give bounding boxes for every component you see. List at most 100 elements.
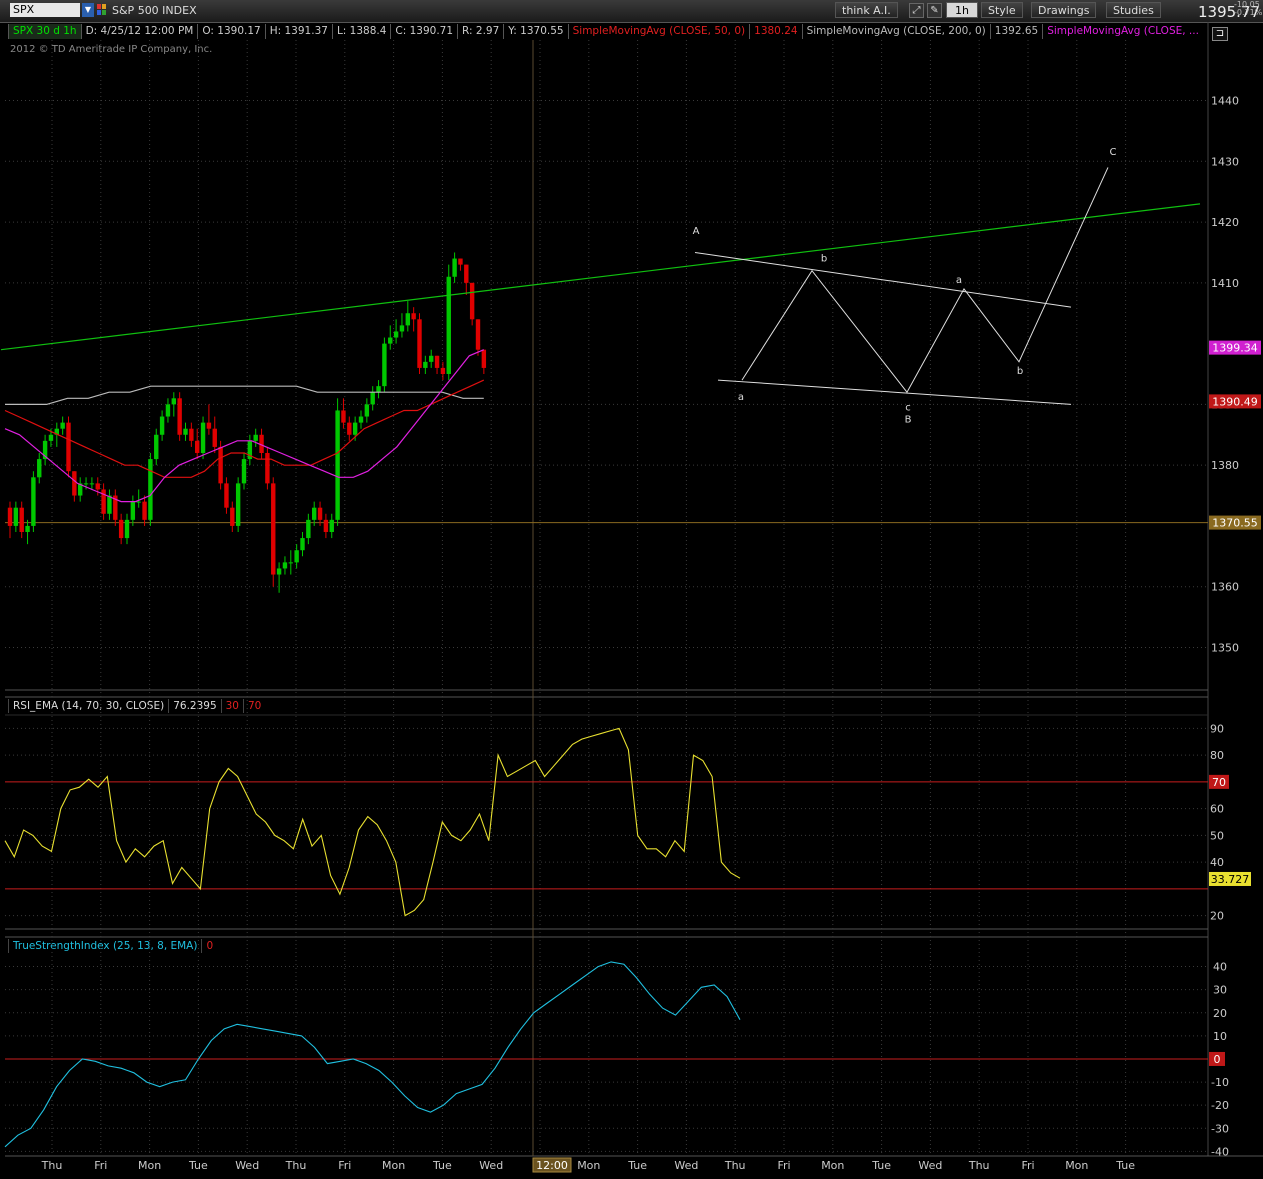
price-axis-label: 1380 [1211, 459, 1239, 472]
tsi-axis-label: 10 [1213, 1030, 1227, 1043]
time-axis-label: Tue [188, 1159, 208, 1172]
candle-body [195, 440, 200, 453]
candle-body [335, 410, 340, 520]
time-axis-label: Fri [777, 1159, 790, 1172]
wave-label-C: C [1110, 147, 1117, 158]
price-axis-label: 1390 [1211, 398, 1239, 411]
style-button[interactable]: Style [981, 2, 1023, 18]
candle-body [200, 422, 206, 453]
candle-body [212, 428, 217, 447]
expand-icon[interactable]: ⊐ [1212, 27, 1228, 41]
candle-body [107, 495, 112, 514]
sma200-line [5, 385, 484, 405]
price-bubble-red-bg [1209, 394, 1261, 409]
candle-body [417, 319, 422, 368]
candle-body [31, 477, 36, 526]
candle-body [171, 398, 176, 405]
drawings-button[interactable]: Drawings [1031, 2, 1097, 18]
time-axis-label: Tue [1115, 1159, 1135, 1172]
rsi-panel-header: RSI_EMA (14, 70, 30, CLOSE) 76.2395 30 7… [8, 699, 265, 714]
candle-body [265, 453, 270, 484]
time-axis-label: Tue [432, 1159, 452, 1172]
candle-body [388, 337, 393, 344]
info-sma200-label: SimpleMovingAvg (CLOSE, 200, 0) [801, 24, 990, 39]
price-axis-label: 1420 [1211, 216, 1239, 229]
cursor-time-bubble [532, 1157, 572, 1173]
rsi-bubble-ob-bg [1209, 774, 1229, 789]
candle-body [60, 422, 65, 429]
time-axis-label: Tue [871, 1159, 891, 1172]
candle-body [159, 416, 165, 435]
candle-body [154, 434, 159, 460]
info-sma200-value: 1392.65 [989, 24, 1043, 39]
wave-label-A: A [693, 226, 700, 237]
candle-body [148, 459, 153, 520]
candle-body [189, 428, 194, 441]
wave-label-b1: b [821, 254, 827, 265]
copyright: 2012 © TD Ameritrade IP Company, Inc. [10, 44, 213, 55]
price-bubble-gold-bg [1209, 515, 1261, 530]
candle-body [446, 276, 451, 374]
candle-body [241, 459, 247, 484]
price-change-pct: -0.71% [1234, 8, 1263, 17]
candle-body [399, 325, 405, 332]
candle-body [206, 422, 212, 429]
timeframe-button[interactable]: 1h [946, 2, 978, 18]
candle-body [78, 483, 83, 496]
candle-body [458, 258, 463, 265]
sma50-line [4, 379, 485, 478]
candle-body [83, 483, 89, 485]
rsi-axis-label: 50 [1210, 829, 1224, 842]
think-ai-button[interactable]: think A.I. [835, 2, 898, 18]
candle-body [72, 471, 77, 496]
rsi-axis-label: 90 [1210, 722, 1224, 735]
candle-body [469, 282, 475, 320]
candle-body [19, 507, 24, 532]
studies-button[interactable]: Studies [1106, 2, 1161, 18]
time-axis-label: Wed [674, 1159, 698, 1172]
time-axis-label: Mon [138, 1159, 161, 1172]
rsi-axis-label: 40 [1210, 856, 1224, 869]
rsi-bubble-ob: 70 [1212, 776, 1226, 789]
time-axis-label: Mon [821, 1159, 844, 1172]
candle-body [393, 331, 399, 338]
price-bubble-gold: 1370.55 [1212, 517, 1258, 530]
info-low: L: 1388.4 [331, 24, 391, 39]
candle-body [288, 562, 293, 564]
candle-body [271, 483, 276, 575]
candle-body [312, 507, 317, 520]
candle-body [329, 519, 334, 532]
symbol-dropdown-icon[interactable]: ▼ [82, 3, 94, 17]
zoom-icon[interactable]: ⤢ [909, 3, 924, 18]
time-axis-label: Wed [918, 1159, 942, 1172]
time-axis-label: Thu [968, 1159, 990, 1172]
info-y: Y: 1370.55 [503, 24, 568, 39]
candle-body [165, 404, 171, 417]
elliott-wave-drawing [694, 167, 1109, 405]
sma-magenta-line [4, 349, 485, 503]
candle-body [25, 525, 30, 532]
info-date: D: 4/25/12 12:00 PM [80, 24, 198, 39]
candle-body [306, 519, 311, 539]
price-axis-label: 1440 [1211, 95, 1239, 108]
info-open: O: 1390.17 [197, 24, 265, 39]
time-axis-label: Fri [1021, 1159, 1034, 1172]
tsi-axis-label: -30 [1211, 1122, 1229, 1135]
rsi-axis-label: 20 [1210, 910, 1224, 923]
candle-body [370, 392, 375, 405]
symbol-info-icon[interactable] [97, 4, 106, 16]
time-axis-label: Wed [235, 1159, 259, 1172]
timeframe-label: 1h [955, 4, 969, 17]
symbol-input[interactable]: SPX [10, 3, 80, 17]
info-symbol-period: SPX 30 d 1h [8, 24, 81, 39]
candle-body [113, 495, 118, 520]
wrench-icon[interactable]: ✎ [927, 3, 942, 18]
chart-canvas[interactable]: Aa b cBa b C Thu Fri Mon Tue Wed Thu Fri Mon Tue Wed F… [0, 0, 1263, 1179]
chart-info-bar: SPX 30 d 1h D: 4/25/12 12:00 PM O: 1390.… [8, 24, 1203, 40]
candle-body [253, 434, 258, 441]
price-axis-label: 1350 [1211, 641, 1239, 654]
think-ai-label: think A.I. [842, 4, 891, 17]
candle-body [276, 568, 282, 575]
wave-label-a2: a [956, 275, 962, 286]
candle-body [101, 489, 106, 514]
